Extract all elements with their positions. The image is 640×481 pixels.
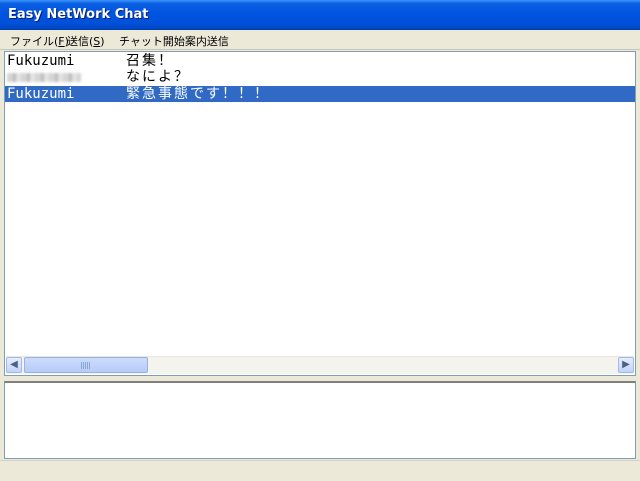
- title-bar[interactable]: Easy NetWork Chat: [0, 0, 640, 30]
- chat-row-selected[interactable]: Fukuzumi 緊急事態です！！！: [5, 86, 635, 102]
- obscured-sender-name: [7, 73, 81, 82]
- menu-file[interactable]: ファイル(F): [7, 32, 72, 50]
- sender-name: Fukuzumi: [7, 53, 75, 69]
- menu-send[interactable]: 送信(S): [64, 32, 108, 50]
- chat-row[interactable]: Fukuzumi 召集！: [5, 53, 635, 69]
- menu-file-label: ファイル(: [10, 35, 59, 48]
- message-text: なによ？: [126, 69, 190, 85]
- menu-bar: ファイル(F) 送信(S) チャット開始案内送信: [0, 30, 640, 50]
- scrollbar-thumb[interactable]: [24, 357, 148, 373]
- menu-send-label: 送信(: [67, 35, 94, 48]
- chat-row[interactable]: なによ？: [5, 69, 635, 85]
- horizontal-scrollbar[interactable]: ◀ ▶: [6, 356, 634, 374]
- chevron-right-icon[interactable]: ▶: [618, 357, 634, 373]
- sender-name: Fukuzumi: [7, 86, 75, 102]
- message-text: 召集！: [126, 53, 174, 69]
- window-title: Easy NetWork Chat: [8, 7, 149, 22]
- chat-log[interactable]: Fukuzumi 召集！ なによ？ Fukuzumi 緊急事態です！！！ ◀ ▶: [4, 51, 636, 376]
- message-text: 緊急事態です！！！: [126, 86, 270, 102]
- menu-send-close: ): [100, 35, 105, 48]
- status-bar: [0, 460, 640, 481]
- grip-icon: [81, 362, 90, 369]
- message-input[interactable]: [4, 381, 636, 459]
- chevron-left-icon[interactable]: ◀: [6, 357, 22, 373]
- menu-chat-start-notice[interactable]: チャット開始案内送信: [116, 32, 232, 50]
